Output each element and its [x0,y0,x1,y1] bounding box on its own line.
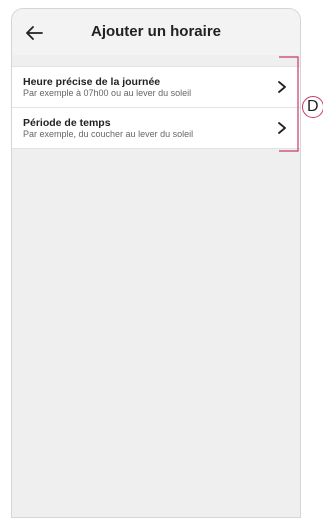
app-header: Ajouter un horaire [12,9,300,55]
option-subtitle: Par exemple, du coucher au lever du sole… [23,129,194,139]
option-specific-time[interactable]: Heure précise de la journée Par exemple … [12,67,300,108]
option-title: Période de temps [23,117,111,129]
phone-screen: Ajouter un horaire Heure précise de la j… [11,8,301,518]
option-time-period[interactable]: Période de temps Par exemple, du coucher… [12,108,300,149]
option-title: Heure précise de la journée [23,76,161,88]
page-title: Ajouter un horaire [90,23,221,40]
schedule-type-list: Heure précise de la journée Par exemple … [12,66,300,149]
callout-label: D [307,98,319,115]
callout-bracket [279,56,299,152]
option-subtitle: Par exemple à 07h00 ou au lever du solei… [23,88,192,98]
